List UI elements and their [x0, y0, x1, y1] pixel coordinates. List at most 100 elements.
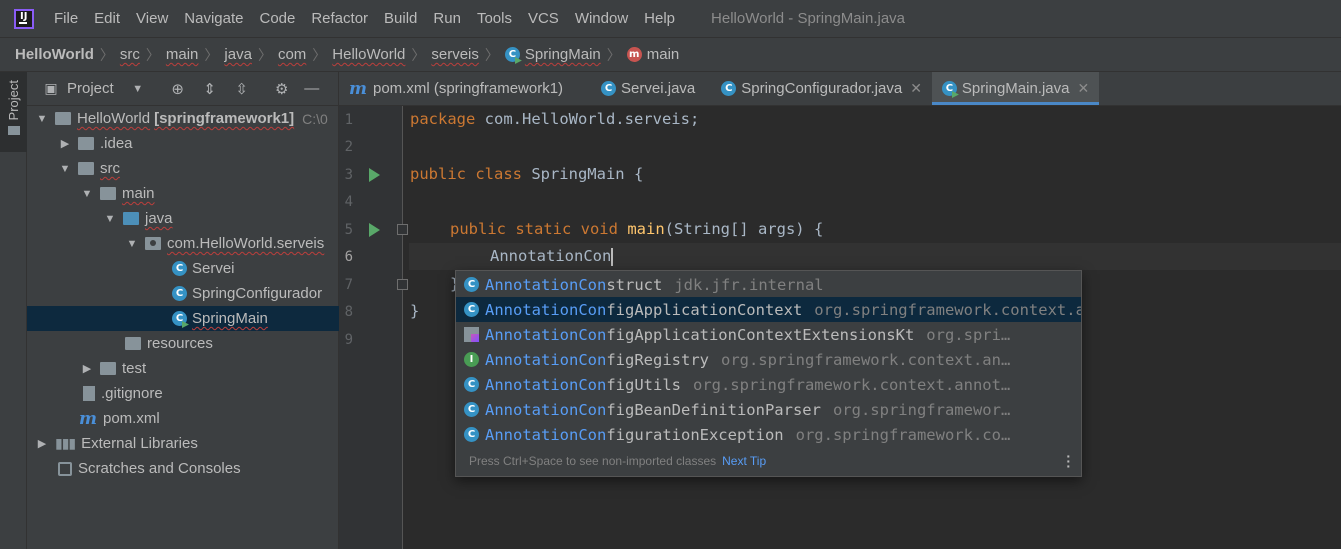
menu-tools[interactable]: Tools — [477, 10, 512, 27]
menu-bar: IJ File Edit View Navigate Code Refactor… — [0, 0, 1341, 37]
breadcrumb-src[interactable]: src — [120, 46, 140, 63]
completion-package: org.springframework.context.an… — [720, 350, 1011, 369]
tab-pom-xml[interactable]: m pom.xml (springframework1) — [339, 72, 573, 105]
breadcrumb-springmain[interactable]: SpringMain — [525, 46, 601, 63]
chevron-down-icon[interactable]: ▼ — [35, 113, 49, 125]
completion-item[interactable]: C AnnotationCon figurationException org.s… — [456, 422, 1081, 447]
menu-run[interactable]: Run — [433, 10, 461, 27]
code-line: public class SpringMain { — [409, 161, 1341, 188]
completion-item[interactable]: C AnnotationCon figBeanDefinitionParser o… — [456, 397, 1081, 422]
tree-item-pomxml[interactable]: m pom.xml — [27, 406, 339, 431]
chevron-down-icon[interactable]: ▼ — [125, 238, 139, 250]
tree-item-label: resources — [147, 335, 213, 352]
collapse-all-icon[interactable]: ⇳ — [232, 80, 252, 98]
interface-icon: I — [464, 352, 479, 367]
gear-icon[interactable]: ⚙ — [272, 80, 292, 98]
breadcrumb-method-main[interactable]: main — [647, 46, 680, 63]
module-folder-icon — [55, 112, 71, 125]
chevron-down-icon[interactable]: ▼ — [58, 163, 72, 175]
tree-item-scratches[interactable]: Scratches and Consoles — [27, 456, 339, 481]
intellij-logo-icon: IJ — [14, 8, 34, 29]
tab-servei-java[interactable]: C Servei.java — [573, 72, 705, 105]
chevron-right-icon: 〉 — [257, 46, 272, 63]
line-number: 1 — [344, 112, 353, 128]
code-text: SpringMain { — [521, 165, 644, 183]
menu-window[interactable]: Window — [575, 10, 628, 27]
menu-help[interactable]: Help — [644, 10, 675, 27]
tree-item-test[interactable]: ▶ test — [27, 356, 339, 381]
menu-code[interactable]: Code — [259, 10, 295, 27]
line-number: 2 — [344, 139, 353, 155]
tree-item-springmain[interactable]: C SpringMain — [27, 306, 339, 331]
tree-item-src[interactable]: ▼ src — [27, 156, 339, 181]
close-icon[interactable]: ✕ — [910, 80, 922, 97]
project-panel: ▣ Project ▼ ⊕ ⇕ ⇳ ⚙ — ▼ HelloWorld [spri… — [27, 72, 339, 549]
chevron-right-icon: 〉 — [606, 46, 621, 63]
completion-item[interactable]: C AnnotationCon struct jdk.jfr.internal — [456, 272, 1081, 297]
breadcrumb-project[interactable]: HelloWorld — [15, 46, 94, 63]
completion-item[interactable]: C AnnotationCon figUtils org.springframew… — [456, 372, 1081, 397]
method-name: main — [627, 220, 665, 238]
tree-item-label: main — [122, 185, 155, 202]
tab-label: SpringMain.java — [961, 80, 1070, 97]
tree-item-java[interactable]: ▼ java — [27, 206, 339, 231]
fold-marker-icon[interactable] — [397, 279, 408, 290]
chevron-down-icon[interactable]: ▼ — [80, 188, 94, 200]
menu-vcs[interactable]: VCS — [528, 10, 559, 27]
breadcrumb-serveis[interactable]: serveis — [431, 46, 479, 63]
menu-build[interactable]: Build — [384, 10, 417, 27]
tree-item-main[interactable]: ▼ main — [27, 181, 339, 206]
chevron-right-icon[interactable]: ▶ — [80, 362, 94, 375]
close-icon[interactable]: ✕ — [1077, 80, 1089, 97]
run-main-icon[interactable] — [369, 223, 380, 237]
project-panel-title[interactable]: Project — [67, 80, 114, 97]
next-tip-link[interactable]: Next Tip — [722, 454, 766, 468]
completion-item[interactable]: I AnnotationCon figRegistry org.springfra… — [456, 347, 1081, 372]
chevron-right-icon[interactable]: ▶ — [58, 137, 72, 150]
menu-view[interactable]: View — [136, 10, 168, 27]
folder-icon — [7, 126, 20, 136]
completion-match: AnnotationCon — [485, 400, 607, 419]
menu-edit[interactable]: Edit — [94, 10, 120, 27]
breadcrumb-com[interactable]: com — [278, 46, 306, 63]
tab-springmain-java[interactable]: C SpringMain.java ✕ — [931, 72, 1100, 105]
tree-item-external-libraries[interactable]: ▶ ▮▮▮ External Libraries — [27, 431, 339, 456]
more-options-icon[interactable]: · · · — [1066, 449, 1071, 473]
hide-panel-icon[interactable]: — — [302, 80, 322, 97]
maven-icon: m — [79, 408, 97, 429]
breadcrumb-main[interactable]: main — [166, 46, 199, 63]
chevron-down-icon[interactable]: ▼ — [103, 213, 117, 225]
project-tool-tab-label: Project — [6, 80, 21, 121]
tree-item-label: HelloWorld — [77, 110, 151, 127]
tab-springconfigurador-java[interactable]: C SpringConfigurador.java ✕ — [705, 72, 932, 105]
menu-file[interactable]: File — [54, 10, 78, 27]
completion-item-selected[interactable]: C AnnotationCon figApplicationContext org… — [456, 297, 1081, 322]
keyword: package — [410, 110, 476, 128]
tab-label: SpringConfigurador.java — [741, 80, 903, 97]
tree-item-servei[interactable]: C Servei — [27, 256, 339, 281]
tree-item-label: src — [100, 160, 120, 177]
tree-item-gitignore[interactable]: .gitignore — [27, 381, 339, 406]
typed-text: AnnotationCon — [490, 247, 612, 265]
locate-file-icon[interactable]: ⊕ — [168, 80, 188, 98]
project-tool-tab[interactable]: Project — [0, 72, 27, 152]
chevron-right-icon[interactable]: ▶ — [35, 437, 49, 450]
expand-all-icon[interactable]: ⇕ — [200, 80, 220, 98]
run-class-icon[interactable] — [369, 168, 380, 182]
breadcrumb-helloworld[interactable]: HelloWorld — [332, 46, 405, 63]
breadcrumb-java[interactable]: java — [224, 46, 252, 63]
code-text: } — [410, 302, 420, 320]
chevron-down-icon[interactable]: ▼ — [128, 83, 148, 95]
completion-rest: struct — [606, 275, 663, 294]
tree-item-helloworld[interactable]: ▼ HelloWorld [springframework1] C:\0 — [27, 106, 339, 131]
tree-item-springconfigurador[interactable]: C SpringConfigurador — [27, 281, 339, 306]
tree-item-package[interactable]: ▼ com.HelloWorld.serveis — [27, 231, 339, 256]
tree-item-idea[interactable]: ▶ .idea — [27, 131, 339, 156]
completion-item[interactable]: AnnotationCon figApplicationContextExtens… — [456, 322, 1081, 347]
tree-item-resources[interactable]: resources — [27, 331, 339, 356]
menu-refactor[interactable]: Refactor — [311, 10, 368, 27]
chevron-right-icon: 〉 — [145, 46, 160, 63]
fold-marker-icon[interactable] — [397, 224, 408, 235]
menu-navigate[interactable]: Navigate — [184, 10, 243, 27]
class-icon: C — [601, 81, 617, 96]
